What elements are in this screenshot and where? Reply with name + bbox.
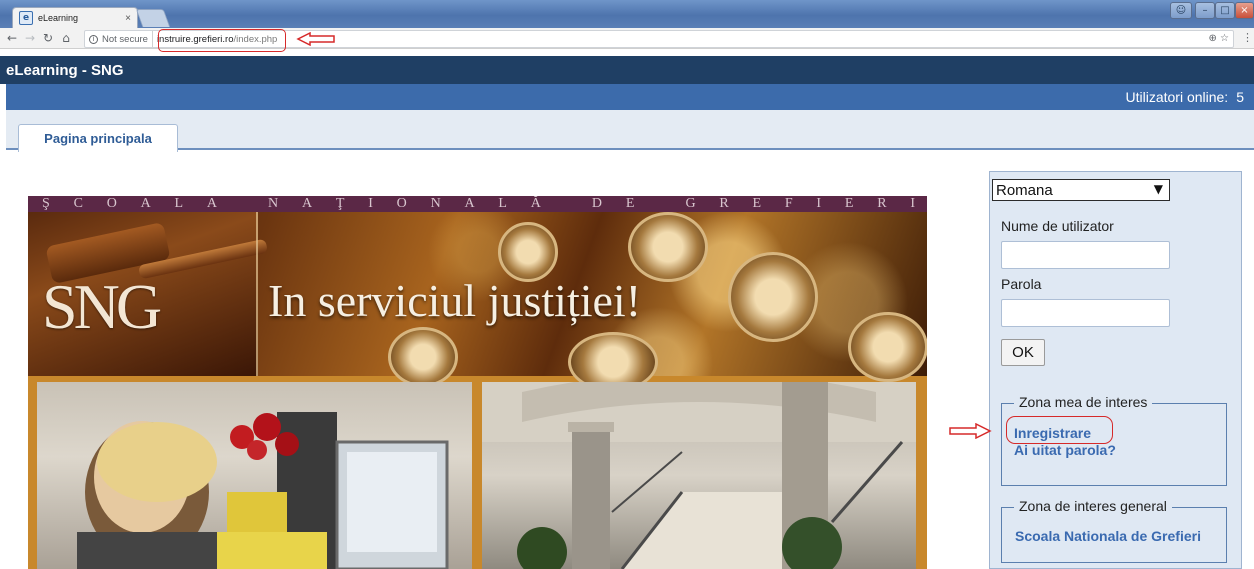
banner-strip-letter: D bbox=[591, 196, 603, 211]
typewriter-key-icon bbox=[498, 222, 558, 282]
new-tab-button[interactable] bbox=[135, 9, 171, 27]
reload-icon[interactable]: ↻ bbox=[40, 31, 56, 45]
banner-main: SNG In serviciul justiției! bbox=[28, 212, 927, 392]
banner-slogan: In serviciul justiției! bbox=[268, 275, 642, 326]
password-field[interactable] bbox=[1001, 299, 1170, 327]
general-interest-zone: Zona de interes general Scoala Nationala… bbox=[1001, 498, 1227, 563]
banner-strip-letter bbox=[241, 196, 245, 212]
forward-arrow-icon[interactable]: → bbox=[22, 31, 38, 45]
school-link[interactable]: Scoala Nationala de Grefieri bbox=[1015, 528, 1201, 544]
status-bar: Utilizatori online: 5 bbox=[6, 84, 1254, 110]
banner-strip-letter: F bbox=[784, 196, 793, 211]
general-interest-zone-title: Zona de interes general bbox=[1014, 498, 1172, 514]
banner-strip-letter: Ă bbox=[530, 196, 541, 211]
banner-strip-letter: L bbox=[498, 196, 507, 211]
profile-icon[interactable]: ☺ bbox=[1170, 2, 1192, 19]
banner-strip-letter: A bbox=[464, 196, 475, 211]
url-annotation-box bbox=[158, 29, 286, 52]
tab-bar: Pagina principala bbox=[6, 110, 1254, 152]
back-arrow-icon[interactable]: ← bbox=[4, 31, 20, 45]
browser-menu-icon[interactable]: ⋮ bbox=[1242, 31, 1253, 44]
forgot-password-link[interactable]: Ai uitat parola? bbox=[1014, 442, 1116, 458]
close-window-button[interactable]: × bbox=[1235, 2, 1254, 19]
register-annotation-arrow-icon bbox=[949, 423, 992, 439]
typewriter-key-icon bbox=[728, 252, 818, 342]
banner-strip-letter: A bbox=[301, 196, 313, 211]
banner-strip-letter: R bbox=[877, 196, 887, 211]
ok-button[interactable]: OK bbox=[1001, 339, 1045, 366]
password-label: Parola bbox=[1001, 276, 1042, 292]
banner-strip-letter: R bbox=[719, 196, 729, 211]
url-annotation-arrow-icon bbox=[296, 32, 335, 46]
security-indicator[interactable]: i Not secure bbox=[85, 31, 153, 47]
banner-strip-letter: I bbox=[816, 196, 822, 211]
banner-strip-letter: N bbox=[430, 196, 441, 211]
banner-strip-letter: E bbox=[844, 196, 854, 211]
clerk-at-computer-photo bbox=[37, 382, 472, 569]
banner-strip: ŞCOALA NAŢIONALĂ DE GREFIERI bbox=[28, 196, 927, 212]
banner-strip-letter: I bbox=[910, 196, 915, 211]
typewriter-key-icon bbox=[628, 212, 708, 282]
maximize-button[interactable]: □ bbox=[1215, 2, 1235, 19]
typewriter-key-icon bbox=[388, 327, 458, 387]
browser-titlebar: e eLearning × ☺ – □ × bbox=[0, 0, 1254, 28]
username-field[interactable] bbox=[1001, 241, 1170, 269]
banner-strip-letter: O bbox=[106, 196, 117, 211]
banner-strip-letter: O bbox=[396, 196, 407, 211]
banner-divider bbox=[256, 212, 258, 376]
register-annotation-box bbox=[1006, 416, 1113, 444]
banner-strip-letter: Ţ bbox=[335, 196, 345, 211]
info-icon: i bbox=[89, 34, 98, 44]
site-title: eLearning - SNG bbox=[6, 61, 124, 79]
online-users-label: Utilizatori online: bbox=[1125, 89, 1229, 105]
username-label: Nume de utilizator bbox=[1001, 218, 1114, 234]
banner-strip-letter: N bbox=[268, 196, 279, 211]
banner-strip-letter: A bbox=[206, 196, 217, 211]
tab-close-icon[interactable]: × bbox=[125, 13, 131, 24]
banner-strip-letter bbox=[565, 196, 569, 212]
banner-strip-letter bbox=[658, 196, 662, 212]
my-interest-zone-title: Zona mea de interes bbox=[1014, 394, 1153, 410]
sng-logo: SNG bbox=[42, 271, 162, 342]
banner-strip-letter: G bbox=[685, 196, 696, 211]
security-label: Not secure bbox=[102, 33, 148, 45]
tab-title: eLearning bbox=[38, 13, 79, 23]
typewriter-key-icon bbox=[848, 312, 927, 382]
banner-strip-letter: Ş bbox=[42, 196, 50, 211]
tab-main-page[interactable]: Pagina principala bbox=[18, 124, 178, 152]
banner-strip-letter: I bbox=[368, 196, 373, 211]
online-users-count: 5 bbox=[1236, 89, 1244, 105]
banner-strip-letter: E bbox=[752, 196, 762, 211]
banner-strip-letter: L bbox=[174, 196, 184, 211]
zoom-and-bookmark-icons[interactable]: ⊕ ☆ bbox=[1208, 33, 1229, 44]
staircase-hall-photo bbox=[482, 382, 916, 569]
chevron-down-icon: ▼ bbox=[1153, 182, 1163, 196]
language-select[interactable]: Romana ▼ bbox=[992, 179, 1170, 201]
site-header: eLearning - SNG bbox=[0, 56, 1254, 84]
minimize-button[interactable]: – bbox=[1195, 2, 1215, 19]
elearning-favicon-icon: e bbox=[19, 11, 33, 25]
banner-image: Ş C O A L A N A Ţ I O N A L Ă D E G R E F I E R I SNG In serv… bbox=[28, 196, 927, 569]
banner-strip-letter: A bbox=[140, 196, 151, 211]
home-icon[interactable]: ⌂ bbox=[58, 31, 74, 45]
browser-tab[interactable]: e eLearning × bbox=[12, 7, 138, 28]
banner-strip-letter: E bbox=[625, 196, 635, 211]
language-selected: Romana bbox=[996, 181, 1053, 199]
banner-strip-letter: C bbox=[73, 196, 83, 211]
login-panel: Romana ▼ Nume de utilizator Parola OK Zo… bbox=[989, 171, 1242, 569]
